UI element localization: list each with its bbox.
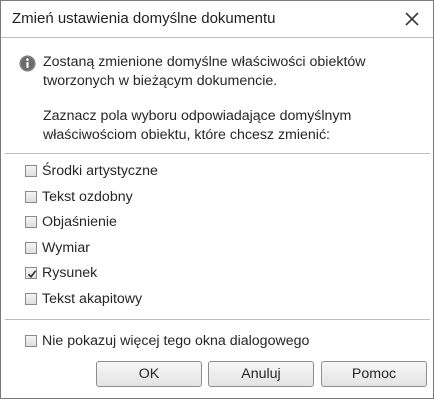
option-checkbox-5[interactable]: Tekst akapitowy	[25, 289, 142, 309]
info-text: Zostaną zmienione domyślne właściwości o…	[43, 54, 366, 89]
option-checkbox-0[interactable]: Środki artystyczne	[25, 161, 158, 181]
option-checkbox-4[interactable]: Rysunek	[25, 263, 97, 283]
help-button[interactable]: Pomoc	[321, 361, 427, 387]
option-checkbox-1[interactable]: Tekst ozdobny	[25, 187, 133, 207]
checkmark-icon	[27, 270, 37, 279]
ok-button[interactable]: OK	[96, 361, 202, 387]
separator-bottom	[5, 319, 430, 320]
option-checkbox-3[interactable]: Wymiar	[25, 238, 90, 258]
cancel-button[interactable]: Anuluj	[208, 361, 314, 387]
dont-show-again-checkbox[interactable]: Nie pokazuj więcej tego okna dialogowego	[25, 331, 309, 351]
dont-show-again-label: Nie pokazuj więcej tego okna dialogowego	[42, 333, 310, 349]
option-label: Rysunek	[42, 265, 98, 281]
option-checkbox-2[interactable]: Objaśnienie	[25, 212, 117, 232]
checkbox-box[interactable]	[25, 335, 37, 347]
checkbox-box[interactable]	[25, 165, 37, 177]
checkbox-box[interactable]	[25, 242, 37, 254]
option-label: Środki artystyczne	[42, 163, 158, 179]
change-document-defaults-dialog: Zmień ustawienia domyślne dokumentu Zost…	[0, 0, 434, 399]
option-label: Wymiar	[42, 240, 90, 256]
checkbox-box[interactable]	[25, 191, 37, 203]
title-bar: Zmień ustawienia domyślne dokumentu	[1, 1, 433, 38]
option-label: Tekst ozdobny	[42, 189, 133, 205]
close-icon	[405, 12, 419, 26]
info-icon	[19, 55, 36, 72]
instruction-text: Zaznacz pola wyboru odpowiadające domyśl…	[43, 108, 352, 143]
checkbox-box[interactable]	[25, 216, 37, 228]
checkbox-box[interactable]	[25, 293, 37, 305]
option-label: Tekst akapitowy	[42, 291, 143, 307]
checkbox-box[interactable]	[25, 267, 37, 279]
dialog-title: Zmień ustawienia domyślne dokumentu	[12, 10, 276, 27]
separator-top	[5, 153, 430, 154]
option-label: Objaśnienie	[42, 214, 117, 230]
close-button[interactable]	[399, 6, 425, 32]
